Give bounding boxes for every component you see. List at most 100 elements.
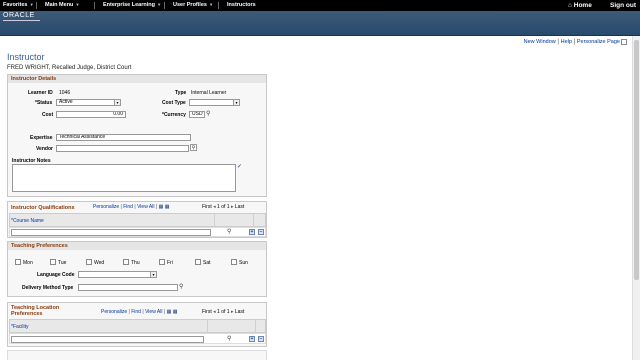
find-link[interactable]: Find <box>123 204 133 210</box>
instructor-details-section: Instructor Details Learner ID 1046 Type … <box>7 74 267 197</box>
page-menu-icon[interactable] <box>621 39 627 45</box>
view-all-link[interactable]: View All <box>145 309 162 315</box>
instructor-qualifications-section: Instructor Qualifications Personalize | … <box>7 201 267 238</box>
prev-icon[interactable]: ◂ <box>213 204 216 210</box>
header-line: Preferences <box>11 311 43 317</box>
breadcrumb-user-profiles[interactable]: User Profiles ▾ <box>173 2 212 8</box>
sun-checkbox[interactable] <box>231 259 237 265</box>
mon-label: Mon <box>23 260 33 266</box>
expertise-input[interactable]: Technical Assistance <box>56 134 191 141</box>
instructor-notes-textarea[interactable] <box>12 164 236 192</box>
delete-row-button[interactable]: − <box>258 229 264 235</box>
tue-label: Tue <box>58 260 67 266</box>
delete-row-button[interactable]: − <box>258 336 264 342</box>
grid-navigation: Personalize | Find | View All | ▦ ▦ <box>101 309 177 315</box>
next-section-edge <box>7 350 267 360</box>
separator: | <box>557 39 559 45</box>
chevron-down-icon: ▾ <box>157 2 161 7</box>
mon-checkbox[interactable] <box>15 259 21 265</box>
instructor-name: FRED WRIGHT, Recalled Judge, District Co… <box>7 65 132 71</box>
section-header: Instructor Qualifications <box>11 205 75 211</box>
chevron-down-icon: ▾ <box>30 2 33 7</box>
sat-checkbox[interactable] <box>195 259 201 265</box>
cost-input[interactable]: 0.00 <box>56 111 126 118</box>
next-icon[interactable]: ▸ <box>231 204 234 210</box>
separator: | <box>573 39 576 45</box>
next-icon[interactable]: ▸ <box>231 309 234 315</box>
delivery-lookup-icon[interactable]: ⚲ <box>179 283 183 290</box>
add-row-button[interactable]: + <box>249 336 255 342</box>
breadcrumb-label: Enterprise Learning <box>103 2 155 8</box>
status-label: *Status <box>35 100 53 106</box>
status-select[interactable]: Active ▾ <box>56 99 121 106</box>
vendor-input[interactable] <box>56 145 189 152</box>
sun-label: Sun <box>239 260 248 266</box>
last-label[interactable]: Last <box>235 204 244 210</box>
thu-label: Thu <box>131 260 140 266</box>
tue-checkbox[interactable] <box>50 259 56 265</box>
favorites-menu[interactable]: Favorites ▾ <box>3 2 33 8</box>
spell-check-icon[interactable]: ✓ <box>237 163 242 170</box>
personalize-page-link[interactable]: Personalize Page <box>577 39 620 45</box>
currency-input[interactable]: USD <box>189 111 205 118</box>
home-link[interactable]: ⌂ Home <box>568 2 592 9</box>
section-header: Teaching Preferences <box>8 242 266 250</box>
scrollbar-thumb[interactable] <box>634 40 639 280</box>
language-code-select[interactable]: ▾ <box>78 271 157 278</box>
home-label: Home <box>573 2 592 9</box>
last-label[interactable]: Last <box>235 309 244 315</box>
brand-banner: ORACLE <box>0 11 640 36</box>
currency-lookup-icon[interactable]: ⚲ <box>206 110 210 117</box>
pager: First ◂ 1 of 1 ▸ Last <box>202 204 244 210</box>
divider <box>94 2 95 9</box>
course-lookup-icon[interactable]: ⚲ <box>227 228 231 235</box>
divider <box>218 2 219 9</box>
grid-navigation: Personalize | Find | View All | ▦ ▦ <box>93 204 169 210</box>
logo-underline <box>3 20 40 21</box>
new-window-link[interactable]: New Window <box>524 39 556 45</box>
learner-id-value: 1046 <box>59 90 71 96</box>
facility-input[interactable] <box>11 336 204 343</box>
personalize-link[interactable]: Personalize <box>101 309 127 315</box>
help-link[interactable]: Help <box>561 39 572 45</box>
personalize-link[interactable]: Personalize <box>93 204 119 210</box>
delivery-method-input[interactable] <box>78 284 178 291</box>
first-label[interactable]: First <box>202 309 212 315</box>
vendor-lookup-icon[interactable]: ⚲ <box>190 144 197 151</box>
prev-icon[interactable]: ◂ <box>213 309 216 315</box>
table-row: ⚲ + − <box>9 333 266 344</box>
page-links: New Window | Help | Personalize Page <box>524 39 620 45</box>
main-menu[interactable]: Main Menu ▾ <box>45 2 79 8</box>
divider <box>164 2 165 9</box>
language-code-label: Language Code <box>37 272 75 278</box>
fri-checkbox[interactable] <box>159 259 165 265</box>
cost-type-select[interactable]: ▾ <box>189 99 240 106</box>
top-navigation-bar: Favorites ▾ Main Menu ▾ Enterprise Learnin… <box>0 0 640 11</box>
download-grid-icon[interactable]: ▦ <box>173 309 178 315</box>
page-range: 1 of 1 <box>217 309 230 315</box>
view-all-link[interactable]: View All <box>137 204 154 210</box>
separator: | <box>128 309 130 315</box>
chevron-down-icon: ▾ <box>76 2 79 7</box>
course-name-input[interactable] <box>11 229 211 236</box>
thu-checkbox[interactable] <box>123 259 129 265</box>
type-label: Type <box>175 90 187 96</box>
facility-lookup-icon[interactable]: ⚲ <box>227 335 231 342</box>
wed-checkbox[interactable] <box>86 259 92 265</box>
breadcrumb-instructors[interactable]: Instructors <box>227 2 256 8</box>
breadcrumb-enterprise-learning[interactable]: Enterprise Learning ▾ <box>103 2 160 8</box>
sign-out-link[interactable]: Sign out <box>610 2 636 9</box>
status-value: Active <box>59 99 73 105</box>
vertical-scrollbar[interactable] <box>632 36 640 360</box>
download-grid-icon[interactable]: ▦ <box>165 204 170 210</box>
first-label[interactable]: First <box>202 204 212 210</box>
add-row-button[interactable]: + <box>249 229 255 235</box>
currency-label: *Currency <box>162 112 186 118</box>
zoom-grid-icon[interactable]: ▦ <box>159 204 164 210</box>
chevron-down-icon: ▾ <box>114 100 120 105</box>
zoom-grid-icon[interactable]: ▦ <box>167 309 172 315</box>
teaching-location-section: Teaching Location Preferences Personaliz… <box>7 302 267 347</box>
vendor-label: Vendor <box>36 146 53 152</box>
page-range: 1 of 1 <box>217 204 230 210</box>
find-link[interactable]: Find <box>131 309 141 315</box>
